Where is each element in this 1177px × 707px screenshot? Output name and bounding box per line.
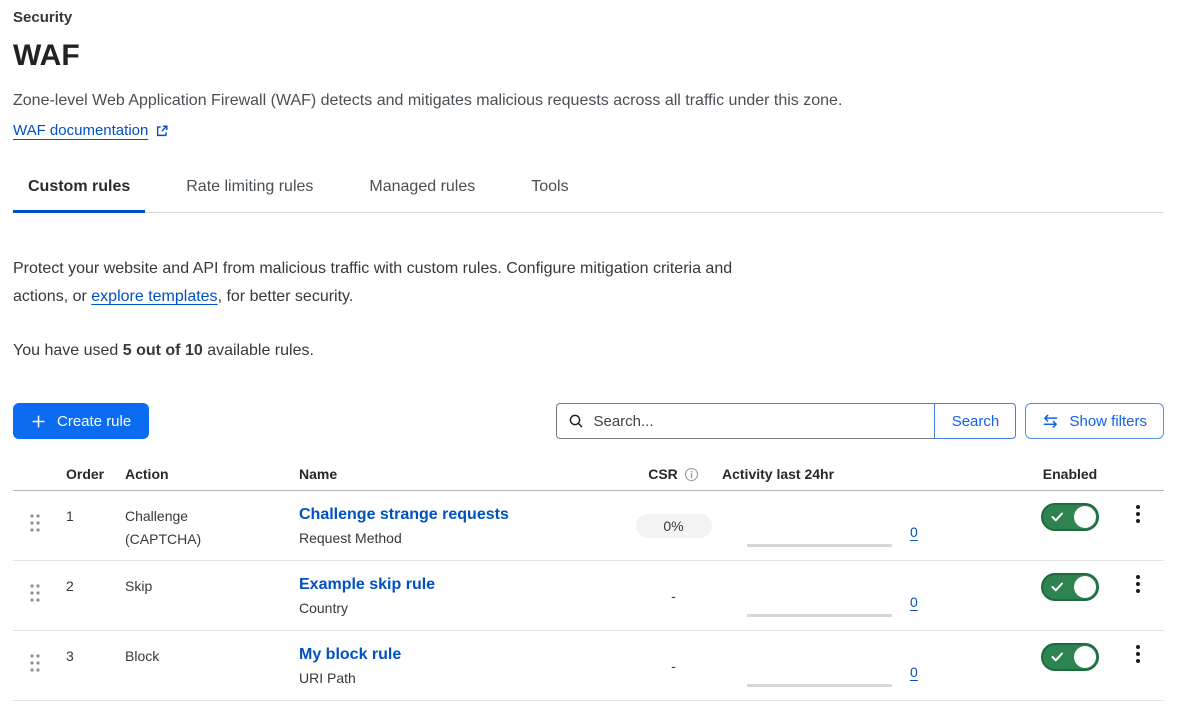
rules-toolbar: Create rule Search <box>13 403 1164 439</box>
activity-sparkline <box>747 544 892 547</box>
tab-managed-rules[interactable]: Managed rules <box>354 170 490 212</box>
table-header-row: Order Action Name CSR Activity last 24hr… <box>13 458 1164 491</box>
enabled-toggle[interactable] <box>1041 503 1099 531</box>
header-name: Name <box>286 466 625 482</box>
toggle-knob <box>1074 506 1096 528</box>
show-filters-label: Show filters <box>1069 413 1147 430</box>
tab-rate-limiting-rules[interactable]: Rate limiting rules <box>171 170 328 212</box>
rule-field: Country <box>299 599 625 618</box>
explore-templates-link[interactable]: explore templates <box>91 288 217 305</box>
external-link-icon <box>155 124 169 138</box>
create-rule-button[interactable]: Create rule <box>13 403 149 439</box>
waf-page: Security WAF Zone-level Web Application … <box>0 0 1177 701</box>
kebab-menu-button[interactable] <box>1129 572 1147 596</box>
rule-name-link[interactable]: My block rule <box>299 646 401 663</box>
header-activity: Activity last 24hr <box>722 466 945 482</box>
table-row: 3 Block My block rule URI Path - 0 <box>13 631 1164 701</box>
search-group: Search Show filters <box>556 403 1164 439</box>
custom-rules-intro: Protect your website and API from malici… <box>13 255 747 311</box>
table-row: 1 Challenge (CAPTCHA) Challenge strange … <box>13 491 1164 561</box>
breadcrumb-security: Security <box>13 8 1164 28</box>
page-description: Zone-level Web Application Firewall (WAF… <box>13 90 1164 112</box>
table-row: 2 Skip Example skip rule Country - 0 <box>13 561 1164 631</box>
activity-sparkline <box>747 614 892 617</box>
waf-documentation-link[interactable]: WAF documentation <box>13 122 169 139</box>
rule-action: Skip <box>112 561 286 598</box>
check-icon <box>1051 581 1064 593</box>
rules-usage-text: You have used 5 out of 10 available rule… <box>13 341 1164 361</box>
search-input[interactable] <box>556 403 934 439</box>
custom-rules-table: Order Action Name CSR Activity last 24hr… <box>13 458 1164 701</box>
drag-handle-icon[interactable] <box>28 653 42 673</box>
waf-tabs: Custom rules Rate limiting rules Managed… <box>13 170 1164 213</box>
tab-custom-rules[interactable]: Custom rules <box>13 170 145 212</box>
rule-name-link[interactable]: Challenge strange requests <box>299 506 509 523</box>
rule-action: Block <box>112 631 286 668</box>
rule-order: 3 <box>57 631 112 668</box>
rule-name-link[interactable]: Example skip rule <box>299 576 435 593</box>
header-csr: CSR <box>648 466 678 482</box>
show-filters-button[interactable]: Show filters <box>1025 403 1164 439</box>
check-icon <box>1051 651 1064 663</box>
rule-field: URI Path <box>299 669 625 688</box>
drag-handle-icon[interactable] <box>28 513 42 533</box>
kebab-menu-button[interactable] <box>1129 642 1147 666</box>
toggle-knob <box>1074 646 1096 668</box>
search-icon <box>568 413 584 434</box>
enabled-toggle[interactable] <box>1041 573 1099 601</box>
csr-empty: - <box>671 658 676 674</box>
activity-count-link[interactable]: 0 <box>910 525 918 539</box>
tab-tools[interactable]: Tools <box>516 170 583 212</box>
kebab-menu-button[interactable] <box>1129 502 1147 526</box>
usage-suffix: available rules. <box>203 342 314 359</box>
rule-action: Challenge (CAPTCHA) <box>112 491 286 551</box>
usage-count: 5 out of 10 <box>123 342 203 359</box>
swap-arrows-icon <box>1042 414 1059 428</box>
csr-empty: - <box>671 588 676 604</box>
drag-handle-icon[interactable] <box>28 583 42 603</box>
rule-field: Request Method <box>299 529 625 548</box>
intro-text-after: , for better security. <box>218 288 354 305</box>
rule-order: 2 <box>57 561 112 598</box>
search-button[interactable]: Search <box>934 403 1016 439</box>
enabled-toggle[interactable] <box>1041 643 1099 671</box>
header-order: Order <box>57 466 112 482</box>
plus-icon <box>31 414 46 429</box>
header-action: Action <box>112 466 286 482</box>
activity-count-link[interactable]: 0 <box>910 595 918 609</box>
activity-count-link[interactable]: 0 <box>910 665 918 679</box>
check-icon <box>1051 511 1064 523</box>
rule-order: 1 <box>57 491 112 528</box>
doc-link-label: WAF documentation <box>13 122 148 139</box>
toggle-knob <box>1074 576 1096 598</box>
header-enabled: Enabled <box>1028 466 1112 482</box>
activity-sparkline <box>747 684 892 687</box>
create-rule-label: Create rule <box>57 413 131 430</box>
csr-badge: 0% <box>636 514 712 538</box>
usage-prefix: You have used <box>13 342 123 359</box>
page-title: WAF <box>13 38 1164 74</box>
info-icon[interactable] <box>684 467 699 482</box>
